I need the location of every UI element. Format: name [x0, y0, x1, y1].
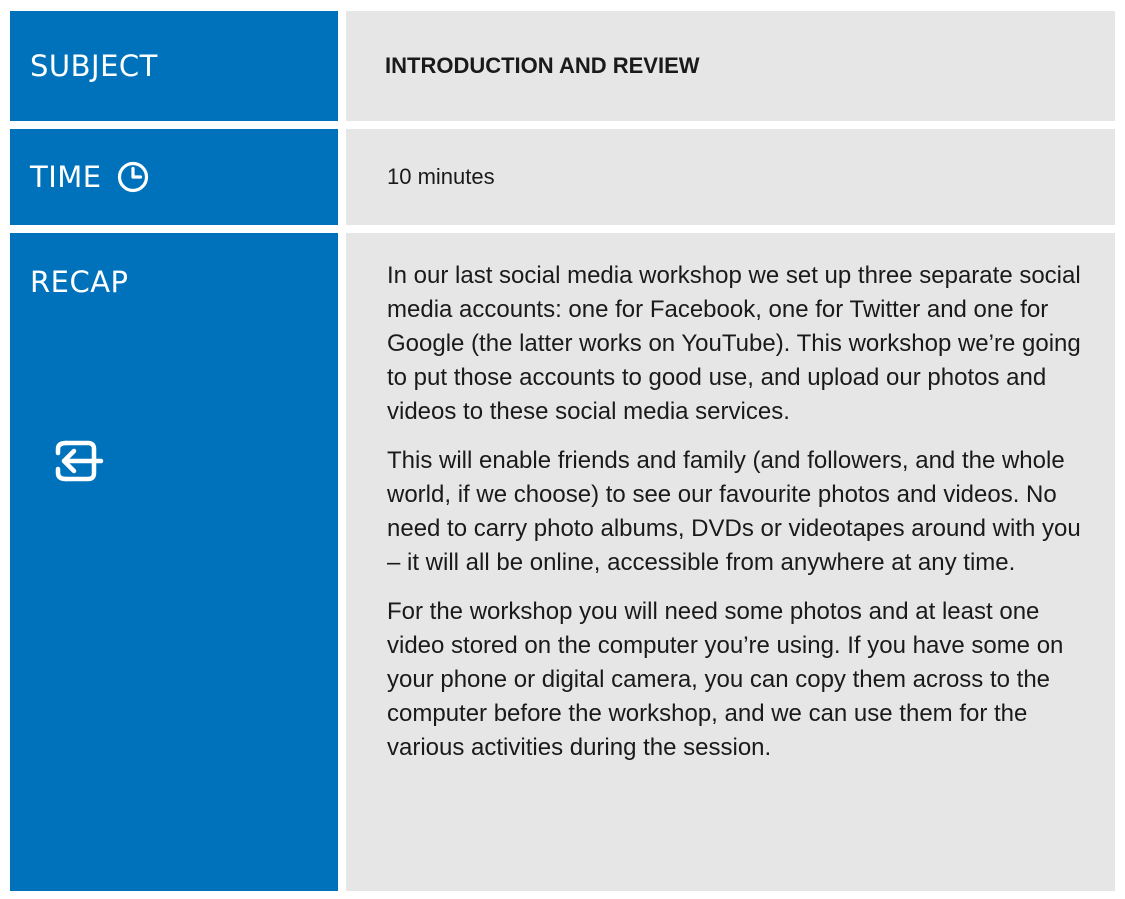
recap-label-cell: RECAP	[10, 233, 338, 891]
recap-paragraph: For the workshop you will need some phot…	[387, 598, 1064, 761]
subject-value-cell: INTRODUCTION AND REVIEW	[346, 11, 1115, 121]
time-label: TIME	[30, 160, 102, 194]
clock-icon	[117, 161, 148, 193]
time-value-cell: 10 minutes	[346, 129, 1115, 225]
time-row: TIME 10 minutes	[10, 129, 1115, 225]
recap-row: RECAP In our last social media workshop …	[10, 233, 1115, 891]
subject-label: SUBJECT	[30, 49, 158, 83]
subject-value: INTRODUCTION AND REVIEW	[385, 53, 700, 78]
time-label-cell: TIME	[10, 129, 338, 225]
subject-row: SUBJECT INTRODUCTION AND REVIEW	[10, 11, 1115, 121]
time-value: 10 minutes	[387, 164, 495, 189]
recap-content-cell: In our last social media workshop we set…	[346, 233, 1115, 891]
login-arrow-icon	[55, 440, 104, 482]
recap-label: RECAP	[30, 265, 129, 299]
subject-label-cell: SUBJECT	[10, 11, 338, 121]
lesson-table: SUBJECT INTRODUCTION AND REVIEW TIME 10 …	[10, 11, 1115, 891]
recap-paragraph: In our last social media workshop we set…	[387, 262, 1081, 425]
recap-paragraph: This will enable friends and family (and…	[387, 447, 1081, 576]
